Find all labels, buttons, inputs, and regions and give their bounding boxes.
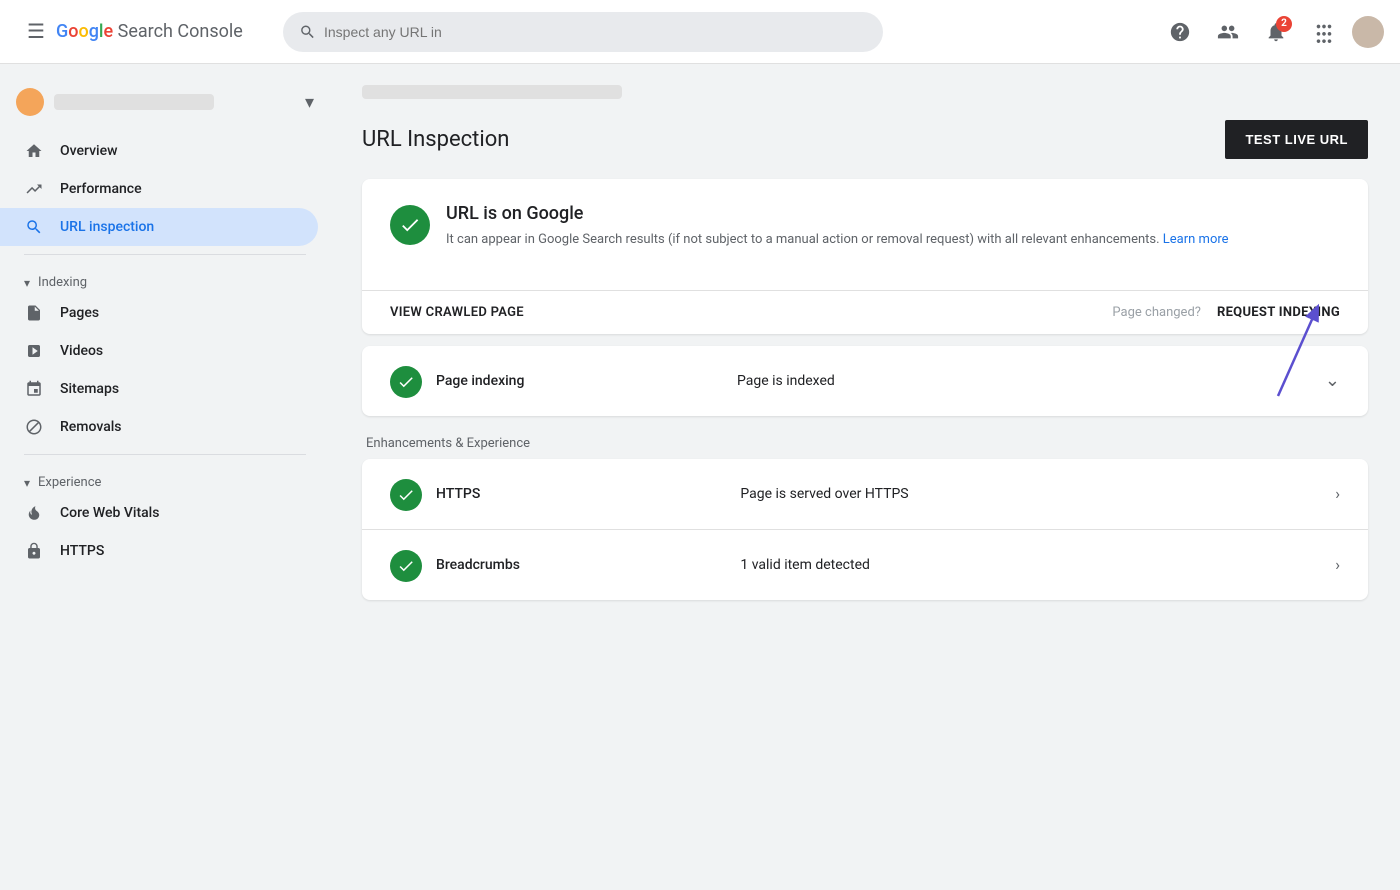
sidebar: ▾ Overview Performance URL inspection bbox=[0, 64, 330, 890]
removals-icon bbox=[24, 418, 44, 436]
sidebar-indexing-header[interactable]: ▾ Indexing bbox=[0, 263, 330, 294]
app-logo: Google Google Search ConsoleSearch Conso… bbox=[56, 21, 243, 42]
main-content: URL Inspection TEST LIVE URL URL is on G… bbox=[330, 64, 1400, 890]
sidebar-pages-label: Pages bbox=[60, 305, 99, 321]
page-url-text bbox=[362, 85, 622, 99]
admin-icon bbox=[1217, 21, 1239, 43]
page-title: URL Inspection bbox=[362, 127, 509, 152]
view-crawled-page-link[interactable]: VIEW CRAWLED PAGE bbox=[390, 305, 524, 320]
learn-more-link[interactable]: Learn more bbox=[1163, 232, 1229, 247]
search-bar[interactable] bbox=[283, 12, 883, 52]
page-indexing-card: Page indexing Page is indexed ⌄ bbox=[362, 346, 1368, 416]
sidebar-core-web-vitals-label: Core Web Vitals bbox=[60, 505, 159, 521]
sitemaps-icon bbox=[24, 380, 44, 398]
card-actions: VIEW CRAWLED PAGE Page changed? REQUEST … bbox=[362, 291, 1368, 334]
https-icon bbox=[24, 542, 44, 560]
sidebar-item-removals[interactable]: Removals bbox=[0, 408, 318, 446]
menu-icon: ☰ bbox=[27, 19, 45, 44]
url-inspection-icon bbox=[24, 218, 44, 236]
indexing-check-icon bbox=[390, 366, 422, 398]
https-check-icon bbox=[390, 479, 422, 511]
menu-button[interactable]: ☰ bbox=[16, 12, 56, 52]
property-icon bbox=[16, 88, 44, 116]
home-icon bbox=[24, 142, 44, 160]
admin-button[interactable] bbox=[1208, 12, 1248, 52]
breadcrumbs-check-icon bbox=[390, 550, 422, 582]
sidebar-performance-label: Performance bbox=[60, 181, 142, 197]
enhancement-row-breadcrumbs[interactable]: Breadcrumbs 1 valid item detected › bbox=[362, 530, 1368, 600]
sidebar-url-inspection-label: URL inspection bbox=[60, 219, 154, 235]
property-dropdown-icon: ▾ bbox=[305, 92, 314, 113]
search-input[interactable] bbox=[324, 24, 867, 40]
help-icon bbox=[1169, 21, 1191, 43]
arrow-annotation-svg bbox=[1228, 296, 1348, 406]
app-header: ☰ Google Google Search ConsoleSearch Con… bbox=[0, 0, 1400, 64]
sidebar-https-label: HTTPS bbox=[60, 543, 104, 559]
sidebar-item-performance[interactable]: Performance bbox=[0, 170, 318, 208]
indexing-chevron-icon: ▾ bbox=[24, 276, 30, 290]
https-chevron-right-icon: › bbox=[1335, 484, 1340, 503]
property-selector[interactable]: ▾ bbox=[0, 80, 330, 132]
sidebar-overview-label: Overview bbox=[60, 143, 117, 159]
page-header: URL Inspection TEST LIVE URL bbox=[362, 120, 1368, 159]
page-changed-text: Page changed? bbox=[1112, 305, 1201, 320]
sidebar-sitemaps-label: Sitemaps bbox=[60, 381, 119, 397]
videos-icon bbox=[24, 342, 44, 360]
sidebar-item-pages[interactable]: Pages bbox=[0, 294, 318, 332]
sidebar-experience-header[interactable]: ▾ Experience bbox=[0, 463, 330, 494]
url-status-check-icon bbox=[390, 205, 430, 245]
url-status-card: URL is on Google It can appear in Google… bbox=[362, 179, 1368, 334]
header-actions: 2 bbox=[1160, 12, 1384, 52]
breadcrumbs-chevron-right-icon: › bbox=[1335, 555, 1340, 574]
url-status-top: URL is on Google It can appear in Google… bbox=[390, 203, 1340, 250]
indexing-status: Page is indexed bbox=[737, 373, 1311, 389]
enhancements-header: Enhancements & Experience bbox=[362, 436, 1368, 451]
https-enhancement-label: HTTPS bbox=[436, 486, 726, 502]
breadcrumbs-enhancement-label: Breadcrumbs bbox=[436, 557, 726, 573]
core-web-vitals-icon bbox=[24, 504, 44, 522]
breadcrumbs-enhancement-status: 1 valid item detected bbox=[740, 557, 1321, 573]
enhancements-card: HTTPS Page is served over HTTPS › Breadc… bbox=[362, 459, 1368, 600]
apps-button[interactable] bbox=[1304, 12, 1344, 52]
enhancement-row-https[interactable]: HTTPS Page is served over HTTPS › bbox=[362, 459, 1368, 530]
sidebar-removals-label: Removals bbox=[60, 419, 122, 435]
test-live-url-button[interactable]: TEST LIVE URL bbox=[1225, 120, 1368, 159]
experience-chevron-icon: ▾ bbox=[24, 476, 30, 490]
sidebar-item-url-inspection[interactable]: URL inspection bbox=[0, 208, 318, 246]
sidebar-divider-1 bbox=[24, 254, 306, 255]
pages-icon bbox=[24, 304, 44, 322]
url-status-title: URL is on Google bbox=[446, 203, 1229, 224]
page-url-bar bbox=[362, 64, 1368, 112]
indexing-row[interactable]: Page indexing Page is indexed ⌄ bbox=[362, 346, 1368, 416]
apps-icon bbox=[1313, 21, 1335, 43]
notification-wrapper: 2 bbox=[1256, 12, 1296, 52]
avatar[interactable] bbox=[1352, 16, 1384, 48]
https-enhancement-status: Page is served over HTTPS bbox=[740, 486, 1321, 502]
sidebar-videos-label: Videos bbox=[60, 343, 103, 359]
url-status-description: It can appear in Google Search results (… bbox=[446, 230, 1229, 250]
indexing-label: Page indexing bbox=[436, 373, 723, 389]
sidebar-divider-2 bbox=[24, 454, 306, 455]
sidebar-item-sitemaps[interactable]: Sitemaps bbox=[0, 370, 318, 408]
sidebar-indexing-label: Indexing bbox=[38, 275, 87, 290]
sidebar-item-overview[interactable]: Overview bbox=[0, 132, 318, 170]
sidebar-item-https[interactable]: HTTPS bbox=[0, 532, 318, 570]
help-button[interactable] bbox=[1160, 12, 1200, 52]
performance-icon bbox=[24, 180, 44, 198]
url-status-text: URL is on Google It can appear in Google… bbox=[446, 203, 1229, 250]
notification-button[interactable] bbox=[1256, 12, 1296, 52]
sidebar-item-core-web-vitals[interactable]: Core Web Vitals bbox=[0, 494, 318, 532]
notification-badge: 2 bbox=[1276, 16, 1292, 32]
sidebar-item-videos[interactable]: Videos bbox=[0, 332, 318, 370]
search-icon bbox=[299, 23, 316, 41]
property-name bbox=[54, 94, 214, 110]
sidebar-experience-label: Experience bbox=[38, 475, 101, 490]
